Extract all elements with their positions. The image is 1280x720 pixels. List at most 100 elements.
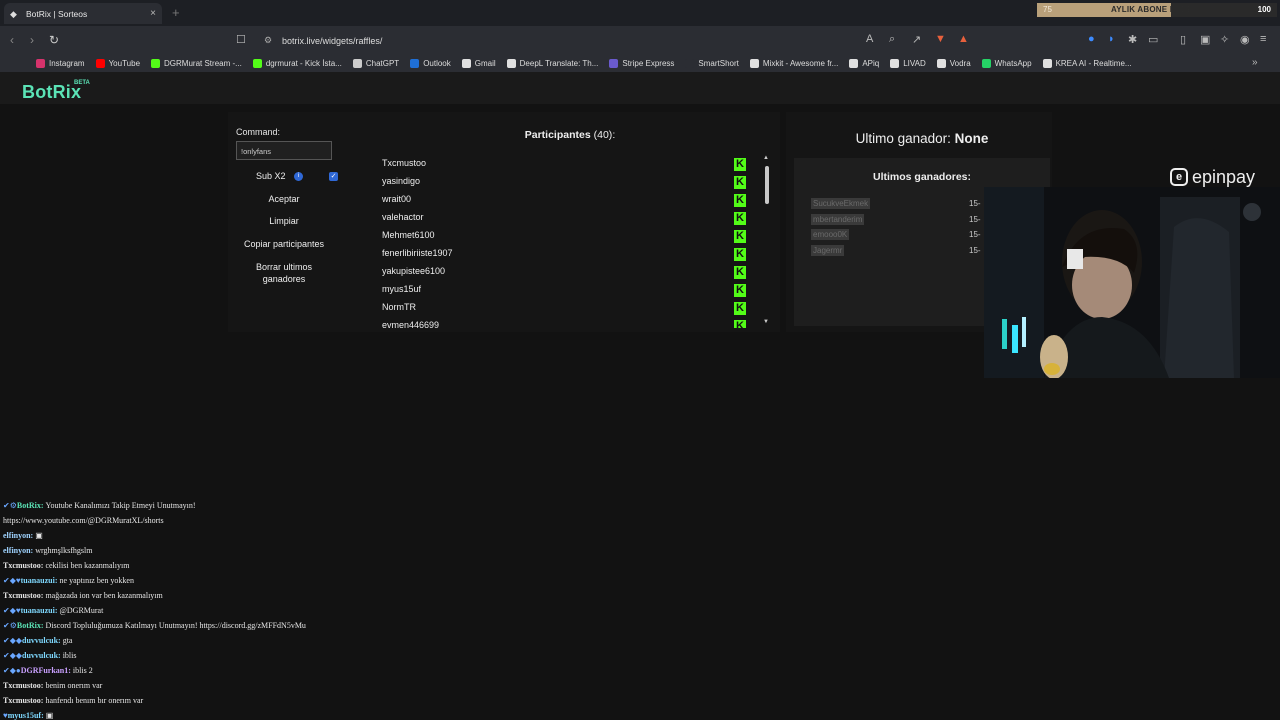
wallet-icon[interactable]: ▭ [1148, 33, 1158, 46]
site-info-icon[interactable]: ⚙ [264, 35, 272, 46]
bookmark-item[interactable]: Outlook [410, 58, 451, 68]
bookmark-favicon-icon [749, 58, 759, 68]
bookmark-item[interactable]: ChatGPT [352, 58, 399, 68]
epinpay-text: epinpay [1192, 166, 1256, 187]
bookmark-favicon-icon [151, 58, 161, 68]
bookmark-item[interactable]: DeepL Translate: Th... [506, 58, 598, 68]
chat-username: tuanauzui: [20, 576, 60, 585]
winner-date: 15- [969, 199, 981, 208]
chat-badge-icon: ✔◆◆ [3, 651, 23, 660]
wallet-2-icon[interactable]: ▣ [1200, 33, 1210, 46]
bookmark-item[interactable]: KREA AI - Realtime... [1042, 58, 1132, 68]
winner-date: 15- [969, 230, 981, 239]
participants-list[interactable]: Txcmustoo Kyasindigo Kwrait00 Kvalehactor K M… [370, 155, 762, 328]
more-bookmarks-icon[interactable]: » [1252, 57, 1258, 68]
chat-message: ✔◆♥tuanauzui: ne yaptınız ben yokken [3, 576, 134, 585]
scroll-down-icon[interactable]: ▼ [763, 319, 769, 325]
chat-text: ▣ [35, 531, 43, 540]
bookmark-favicon-icon [1042, 58, 1052, 68]
bookmark-favicon-icon [685, 58, 695, 68]
extension-icon[interactable]: ● [1088, 33, 1095, 45]
bookmark-label: dgrmurat - Kick İsta... [265, 58, 342, 68]
new-tab-button[interactable]: + [172, 5, 180, 20]
last-winner-value: None [954, 131, 989, 146]
forward-icon[interactable]: › [30, 33, 34, 47]
leo-ai-icon[interactable]: ✧ [1220, 33, 1229, 46]
participant-name: NormTR [382, 302, 416, 312]
back-icon[interactable]: ‹ [10, 33, 14, 47]
copy-participants-button[interactable]: Copiar participantes [236, 239, 332, 249]
bookmark-item[interactable]: Stripe Express [609, 58, 674, 68]
chat-username: duvvulcuk: [22, 651, 63, 660]
beta-badge: BETA [74, 80, 90, 86]
translate-icon[interactable]: A [866, 33, 873, 45]
brave-rewards-icon[interactable]: ▲ [958, 33, 969, 45]
tab-title: BotRix | Sorteos [26, 8, 88, 19]
winner-date: 15- [969, 214, 981, 224]
chat-text: Discord Topluluğumuza Katılmayı Unutmayı… [45, 621, 306, 630]
bookmark-item[interactable]: Vodra [936, 58, 971, 68]
bookmark-item[interactable]: APiq [849, 58, 879, 68]
extensions-icon[interactable]: ✱ [1128, 33, 1137, 46]
accept-button[interactable]: Aceptar [236, 194, 332, 204]
vpn-icon[interactable]: ◉ [1240, 33, 1250, 46]
bookmark-favicon-icon [506, 58, 516, 68]
browser-tab[interactable]: ◆ BotRix | Sorteos × [4, 3, 162, 24]
participants-scrollbar[interactable] [765, 166, 769, 204]
chat-message: ♥myus15uf: ▣ [3, 711, 53, 720]
delete-winners-line1: Borrar ultimos [255, 262, 312, 272]
chat-username: Txcmustoo: [3, 696, 46, 705]
extension-2-icon[interactable]: ◗ [1108, 33, 1115, 45]
botrix-logo[interactable]: BotRix [22, 82, 81, 103]
close-tab-icon[interactable]: × [150, 8, 156, 19]
delete-winners-button[interactable]: Borrar ultimos ganadores [236, 261, 332, 285]
sub-goal-current: 75 [1043, 5, 1052, 14]
scroll-up-icon[interactable]: ▲ [763, 155, 769, 161]
chat-message: Txcmustoo: hanfendı benım bır onerım var [3, 696, 143, 705]
bookmark-favicon-icon [936, 58, 946, 68]
sidebar-icon[interactable]: ▯ [1180, 33, 1186, 46]
info-icon[interactable]: i [294, 172, 303, 181]
brave-shield-icon[interactable]: ▼ [935, 33, 946, 45]
chat-username: myus15uf: [7, 711, 46, 720]
chat-badge-icon: ✔◆♥ [3, 606, 21, 615]
last-winner-label: Ultimo ganador: [855, 131, 951, 146]
kick-platform-icon: K [734, 284, 746, 297]
bookmark-item[interactable]: dgrmurat - Kick İsta... [252, 58, 342, 68]
clear-button[interactable]: Limpiar [236, 216, 332, 226]
chat-username: DGRFurkan1: [20, 666, 73, 675]
chat-text: wrghmşlksfhgslm [35, 546, 93, 555]
chat-text: @DGRMurat [59, 606, 104, 615]
chat-text: hanfendı benım bır onerım var [45, 696, 144, 705]
chat-text: ne yaptınız ben yokken [59, 576, 134, 585]
bookmark-favicon-icon [352, 58, 362, 68]
bookmark-item[interactable]: LIVAD [890, 58, 926, 68]
bookmark-item[interactable]: Instagram [36, 58, 85, 68]
bookmark-item[interactable]: WhatsApp [981, 58, 1032, 68]
chat-message: ✔⚙BotRix: Discord Topluluğumuza Katılmay… [3, 621, 306, 630]
bookmark-label: Instagram [49, 58, 85, 68]
bookmark-item[interactable]: SmartShort [685, 58, 739, 68]
bookmark-icon[interactable]: ☐ [236, 33, 246, 46]
participants-title: Participantes [524, 129, 591, 141]
sub-x2-checkbox[interactable]: ✓ [329, 172, 338, 181]
command-input[interactable]: !onlyfans [236, 141, 332, 160]
menu-icon[interactable]: ≡ [1260, 33, 1266, 45]
participant-name: wrait00 [382, 194, 412, 204]
share-icon[interactable]: ↗ [912, 33, 921, 46]
bookmark-item[interactable]: Mixkit - Awesome fr... [749, 58, 838, 68]
chat-message: elfinyon: wrghmşlksfhgslm [3, 546, 92, 555]
participant-name: yasindigo [382, 176, 421, 186]
chat-text: benim onerım var [45, 681, 103, 690]
reload-icon[interactable]: ↻ [49, 33, 59, 47]
zoom-icon[interactable]: ⌕ [889, 33, 895, 46]
winner-name: Jagermr [811, 244, 845, 256]
kick-platform-icon: K [734, 302, 746, 315]
bookmark-item[interactable]: YouTube [95, 58, 141, 68]
bookmark-item[interactable]: DGRMurat Stream -... [151, 58, 242, 68]
sub-x2-label: Sub X2 [256, 171, 286, 181]
bookmark-item[interactable]: Gmail [461, 58, 496, 68]
bookmark-favicon-icon [95, 58, 105, 68]
bookmark-label: YouTube [108, 58, 141, 68]
participant-name: myus15uf [382, 284, 422, 294]
